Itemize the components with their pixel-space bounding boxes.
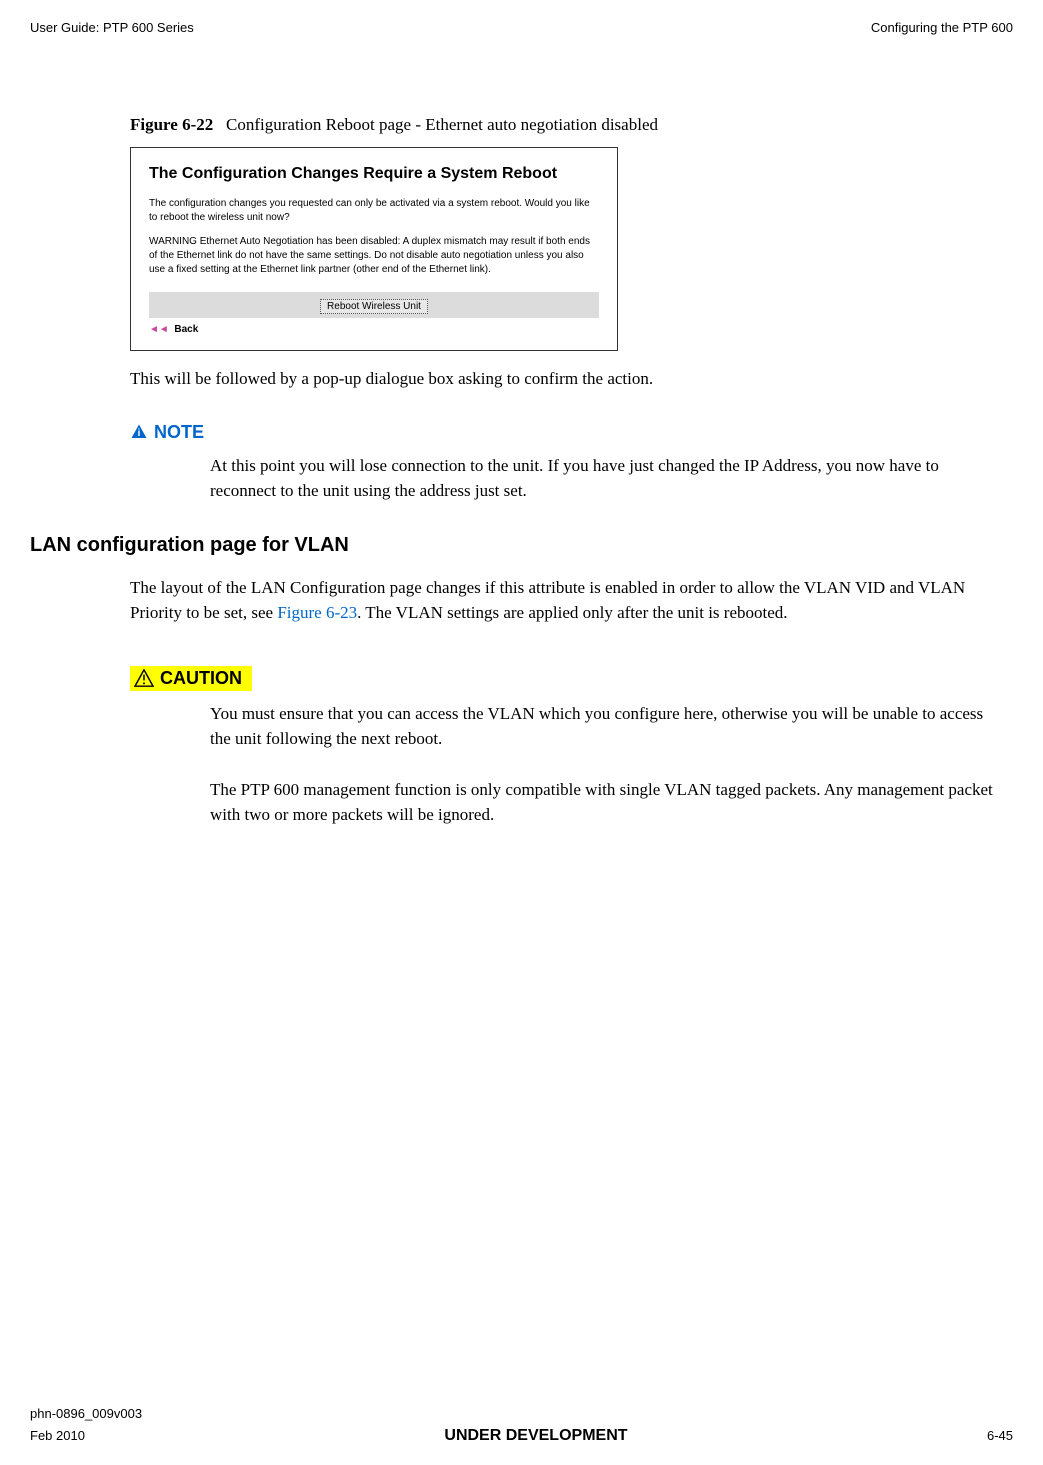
figure-number: Figure 6-22 bbox=[130, 115, 213, 134]
back-arrow-icon: ◄◄ bbox=[149, 324, 169, 335]
caution-callout: CAUTION bbox=[130, 666, 252, 691]
caution-body-2: The PTP 600 management function is only … bbox=[210, 777, 993, 828]
dialog-button-bar: Reboot Wireless Unit bbox=[149, 292, 599, 318]
caution-label-text: CAUTION bbox=[160, 668, 242, 689]
dialog-paragraph-1: The configuration changes you requested … bbox=[149, 197, 599, 225]
info-icon: i bbox=[130, 423, 148, 441]
header-left: User Guide: PTP 600 Series bbox=[30, 20, 194, 35]
footer-date: Feb 2010 bbox=[30, 1428, 85, 1443]
footer-page: 6-45 bbox=[987, 1428, 1013, 1443]
after-figure-text: This will be followed by a pop-up dialog… bbox=[130, 366, 993, 392]
back-label: Back bbox=[174, 324, 198, 335]
footer-doc-number: phn-0896_009v003 bbox=[30, 1406, 1013, 1421]
back-link[interactable]: ◄◄ Back bbox=[149, 324, 599, 335]
figure-link[interactable]: Figure 6-23 bbox=[277, 603, 357, 622]
reboot-button[interactable]: Reboot Wireless Unit bbox=[320, 299, 428, 314]
footer-status: UNDER DEVELOPMENT bbox=[444, 1427, 627, 1445]
page-header: User Guide: PTP 600 Series Configuring t… bbox=[30, 20, 1013, 35]
warning-icon bbox=[134, 669, 154, 687]
reboot-dialog: The Configuration Changes Require a Syst… bbox=[130, 147, 618, 351]
dialog-title: The Configuration Changes Require a Syst… bbox=[149, 163, 599, 185]
figure-caption: Figure 6-22 Configuration Reboot page - … bbox=[130, 115, 993, 135]
vlan-paragraph: The layout of the LAN Configuration page… bbox=[130, 575, 993, 626]
main-content: Figure 6-22 Configuration Reboot page - … bbox=[130, 115, 993, 828]
page-footer: phn-0896_009v003 Feb 2010 UNDER DEVELOPM… bbox=[30, 1406, 1013, 1445]
note-body: At this point you will lose connection t… bbox=[210, 453, 993, 504]
figure-caption-text: Configuration Reboot page - Ethernet aut… bbox=[226, 115, 658, 134]
caution-body-1: You must ensure that you can access the … bbox=[210, 701, 993, 752]
section-heading-vlan: LAN configuration page for VLAN bbox=[30, 534, 993, 557]
dialog-paragraph-2: WARNING Ethernet Auto Negotiation has be… bbox=[149, 235, 599, 277]
vlan-para-after: . The VLAN settings are applied only aft… bbox=[357, 603, 787, 622]
note-label-text: NOTE bbox=[154, 422, 204, 443]
header-right: Configuring the PTP 600 bbox=[871, 20, 1013, 35]
note-callout: i NOTE bbox=[130, 422, 204, 443]
svg-text:i: i bbox=[138, 428, 141, 439]
